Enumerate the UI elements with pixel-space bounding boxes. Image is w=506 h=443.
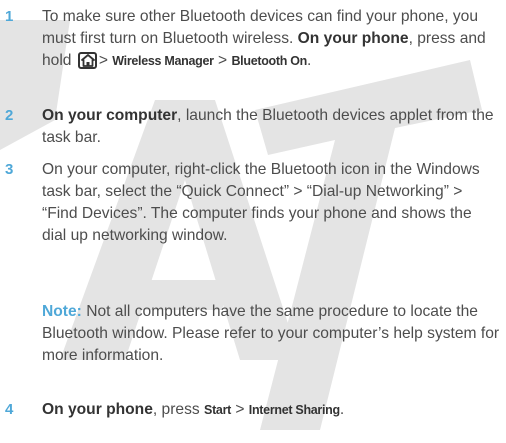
home-key-icon bbox=[77, 52, 97, 69]
step-text: To make sure other Bluetooth devices can… bbox=[42, 8, 486, 69]
step-number: 3 bbox=[5, 161, 14, 178]
menu-item-internet-sharing: Internet Sharing bbox=[248, 403, 340, 417]
step-text: On your phone, press Start > Internet Sh… bbox=[42, 401, 345, 418]
emphasis-text: On your phone bbox=[42, 401, 153, 418]
note-label: Note: bbox=[42, 303, 82, 320]
emphasis-text: On your phone bbox=[297, 30, 409, 47]
menu-item-bluetooth-on: Bluetooth On bbox=[231, 54, 308, 68]
note-text: Note: Not all computers have the same pr… bbox=[42, 303, 500, 364]
step-number: 1 bbox=[5, 8, 14, 25]
step-text: On your computer, launch the Bluetooth d… bbox=[42, 107, 494, 146]
menu-item-start: Start bbox=[204, 403, 232, 417]
instruction-list: 1 To make sure other Bluetooth devices c… bbox=[0, 0, 506, 443]
emphasis-text: On your computer bbox=[42, 107, 178, 124]
step-number: 2 bbox=[5, 107, 14, 124]
step-text: On your computer, right-click the Blueto… bbox=[42, 161, 480, 244]
menu-item-wireless-manager: Wireless Manager bbox=[112, 54, 214, 68]
step-number: 4 bbox=[5, 401, 14, 418]
